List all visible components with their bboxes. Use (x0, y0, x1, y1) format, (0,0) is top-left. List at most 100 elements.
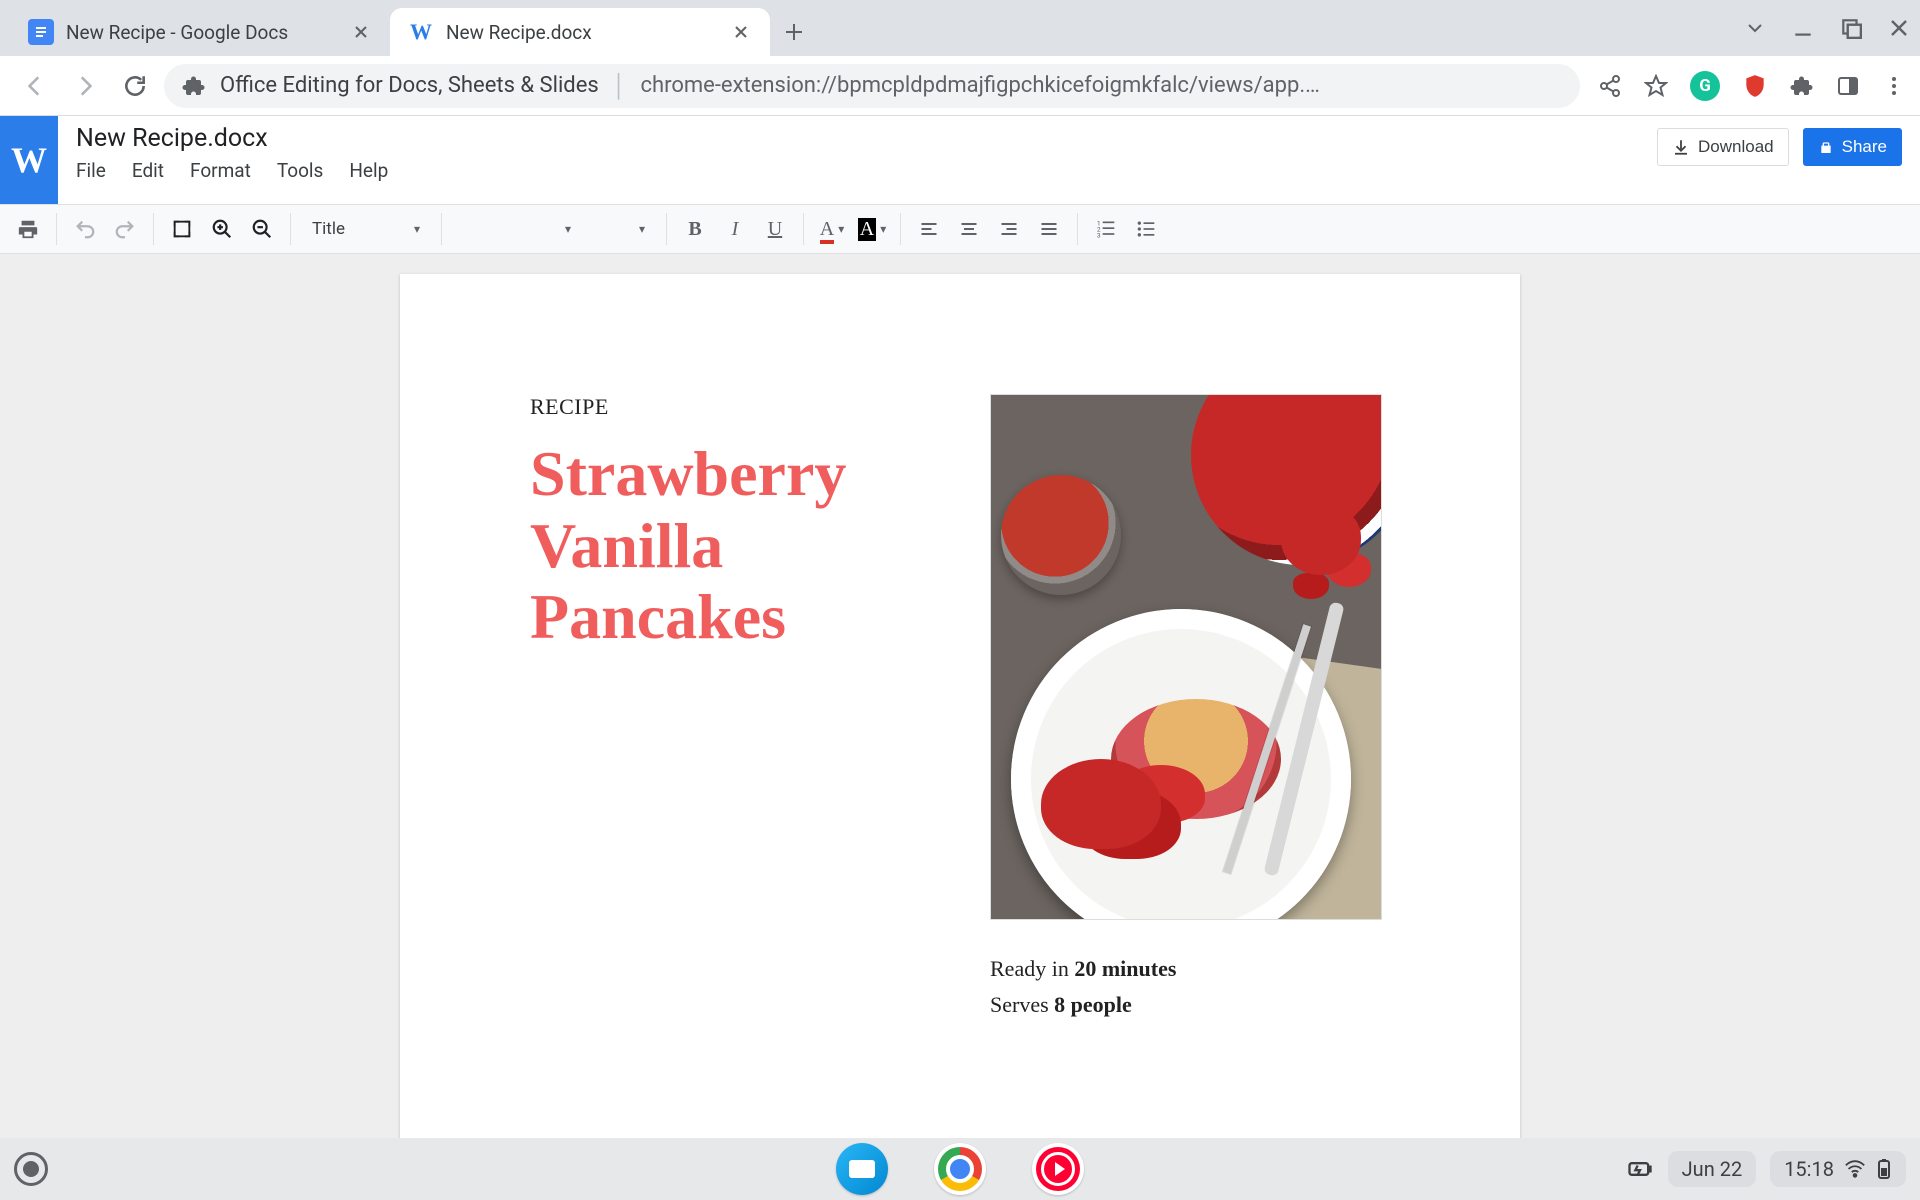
minimize-button[interactable] (1792, 17, 1814, 39)
files-app-icon[interactable] (836, 1143, 888, 1195)
document-canvas[interactable]: RECIPE Strawberry Vanilla Pancakes (0, 254, 1920, 1138)
ready-in-value: 20 minutes (1074, 956, 1176, 981)
tab-close-button[interactable] (730, 21, 752, 43)
underline-button[interactable]: U (757, 211, 793, 247)
bookmark-star-icon[interactable] (1644, 74, 1668, 98)
font-size-select[interactable]: ▾ (586, 212, 656, 246)
paragraph-style-select[interactable]: Title ▾ (301, 212, 431, 246)
formatting-toolbar: Title ▾ ▾ ▾ B I U A ▾ A ▾ 123 (0, 204, 1920, 254)
menu-bar: File Edit Format Tools Help (76, 159, 388, 182)
menu-format[interactable]: Format (190, 159, 251, 182)
window-controls (1744, 0, 1910, 56)
app-header: W New Recipe.docx File Edit Format Tools… (0, 116, 1920, 204)
download-label: Download (1698, 137, 1774, 157)
tab-close-button[interactable] (350, 21, 372, 43)
shelf-date-pill[interactable]: Jun 22 (1668, 1151, 1757, 1187)
zoom-out-button[interactable] (244, 211, 280, 247)
bold-button[interactable]: B (677, 211, 713, 247)
tab-title: New Recipe.docx (446, 21, 592, 44)
chevron-down-icon: ▾ (565, 222, 571, 236)
menu-tools[interactable]: Tools (277, 159, 324, 182)
recipe-eyebrow: RECIPE (530, 394, 950, 420)
fit-page-button[interactable] (164, 211, 200, 247)
bulleted-list-button[interactable] (1128, 211, 1164, 247)
maximize-button[interactable] (1840, 17, 1862, 39)
redo-button[interactable] (107, 211, 143, 247)
align-right-button[interactable] (991, 211, 1027, 247)
chevron-down-icon: ▾ (880, 222, 886, 236)
chromeos-shelf: Jun 22 15:18 (0, 1138, 1920, 1200)
zoom-in-button[interactable] (204, 211, 240, 247)
launcher-button[interactable] (14, 1152, 48, 1186)
nav-reload-button[interactable] (114, 65, 156, 107)
app-actions: Download Share (1657, 116, 1920, 166)
align-left-button[interactable] (911, 211, 947, 247)
ready-in-label: Ready in (990, 956, 1074, 981)
italic-button[interactable]: I (717, 211, 753, 247)
ready-in-row: Ready in 20 minutes (990, 956, 1390, 982)
extensions-puzzle-icon[interactable] (1790, 74, 1814, 98)
battery-icon (1876, 1158, 1892, 1180)
google-docs-icon (28, 19, 54, 45)
chevron-down-icon: ▾ (639, 222, 645, 236)
omnibox-extension-label: Office Editing for Docs, Sheets & Slides (220, 73, 599, 98)
recipe-hero-image[interactable] (990, 394, 1382, 920)
toolbar-separator (1077, 213, 1078, 245)
menu-file[interactable]: File (76, 159, 106, 182)
word-docx-icon: W (408, 19, 434, 45)
share-button[interactable]: Share (1803, 128, 1902, 166)
toolbar-separator (441, 213, 442, 245)
chevron-down-icon: ▾ (414, 222, 420, 236)
recipe-title[interactable]: Strawberry Vanilla Pancakes (530, 438, 950, 653)
youtube-music-icon[interactable] (1032, 1143, 1084, 1195)
shelf-status-area[interactable]: Jun 22 15:18 (1626, 1151, 1906, 1187)
browser-action-icons: G (1598, 71, 1906, 101)
recipe-meta: Ready in 20 minutes Serves 8 people (990, 956, 1390, 1018)
omnibox-separator: │ (613, 73, 627, 99)
nav-back-button[interactable] (14, 65, 56, 107)
battery-charging-icon (1626, 1155, 1654, 1183)
tab-title: New Recipe - Google Docs (66, 21, 288, 44)
shelf-time-pill[interactable]: 15:18 (1770, 1151, 1906, 1187)
align-justify-button[interactable] (1031, 211, 1067, 247)
tab-google-docs[interactable]: New Recipe - Google Docs (10, 8, 390, 56)
undo-button[interactable] (67, 211, 103, 247)
app-logo: W (0, 116, 58, 204)
share-label: Share (1842, 137, 1887, 157)
chrome-app-icon[interactable] (934, 1143, 986, 1195)
adblock-shield-icon[interactable] (1742, 73, 1768, 99)
print-button[interactable] (10, 211, 46, 247)
serves-label: Serves (990, 992, 1054, 1017)
serves-row: Serves 8 people (990, 992, 1390, 1018)
omnibox[interactable]: Office Editing for Docs, Sheets & Slides… (164, 64, 1580, 108)
serves-value: 8 people (1054, 992, 1132, 1017)
align-center-button[interactable] (951, 211, 987, 247)
numbered-list-button[interactable]: 123 (1088, 211, 1124, 247)
toolbar-separator (900, 213, 901, 245)
tab-word-docx[interactable]: W New Recipe.docx (390, 8, 770, 56)
side-panel-icon[interactable] (1836, 74, 1860, 98)
style-select-value: Title (312, 219, 345, 239)
menu-help[interactable]: Help (349, 159, 388, 182)
text-color-button[interactable]: A ▾ (814, 211, 850, 247)
grammarly-icon[interactable]: G (1690, 71, 1720, 101)
toolbar-separator (666, 213, 667, 245)
shelf-pinned-apps (836, 1143, 1084, 1195)
extension-puzzle-icon (182, 74, 206, 98)
window-close-button[interactable] (1888, 17, 1910, 39)
new-tab-button[interactable] (774, 12, 814, 52)
font-family-select[interactable]: ▾ (452, 212, 582, 246)
toolbar-separator (803, 213, 804, 245)
office-editing-app: W New Recipe.docx File Edit Format Tools… (0, 116, 1920, 1138)
menu-edit[interactable]: Edit (132, 159, 164, 182)
share-icon[interactable] (1598, 74, 1622, 98)
toolbar-separator (153, 213, 154, 245)
svg-text:3: 3 (1097, 231, 1101, 239)
document-title[interactable]: New Recipe.docx (76, 124, 388, 153)
highlight-color-button[interactable]: A ▾ (854, 211, 890, 247)
tabs-dropdown-icon[interactable] (1744, 17, 1766, 39)
kebab-menu-icon[interactable] (1882, 74, 1906, 98)
download-button[interactable]: Download (1657, 128, 1789, 166)
document-page[interactable]: RECIPE Strawberry Vanilla Pancakes (400, 274, 1520, 1138)
nav-forward-button[interactable] (64, 65, 106, 107)
